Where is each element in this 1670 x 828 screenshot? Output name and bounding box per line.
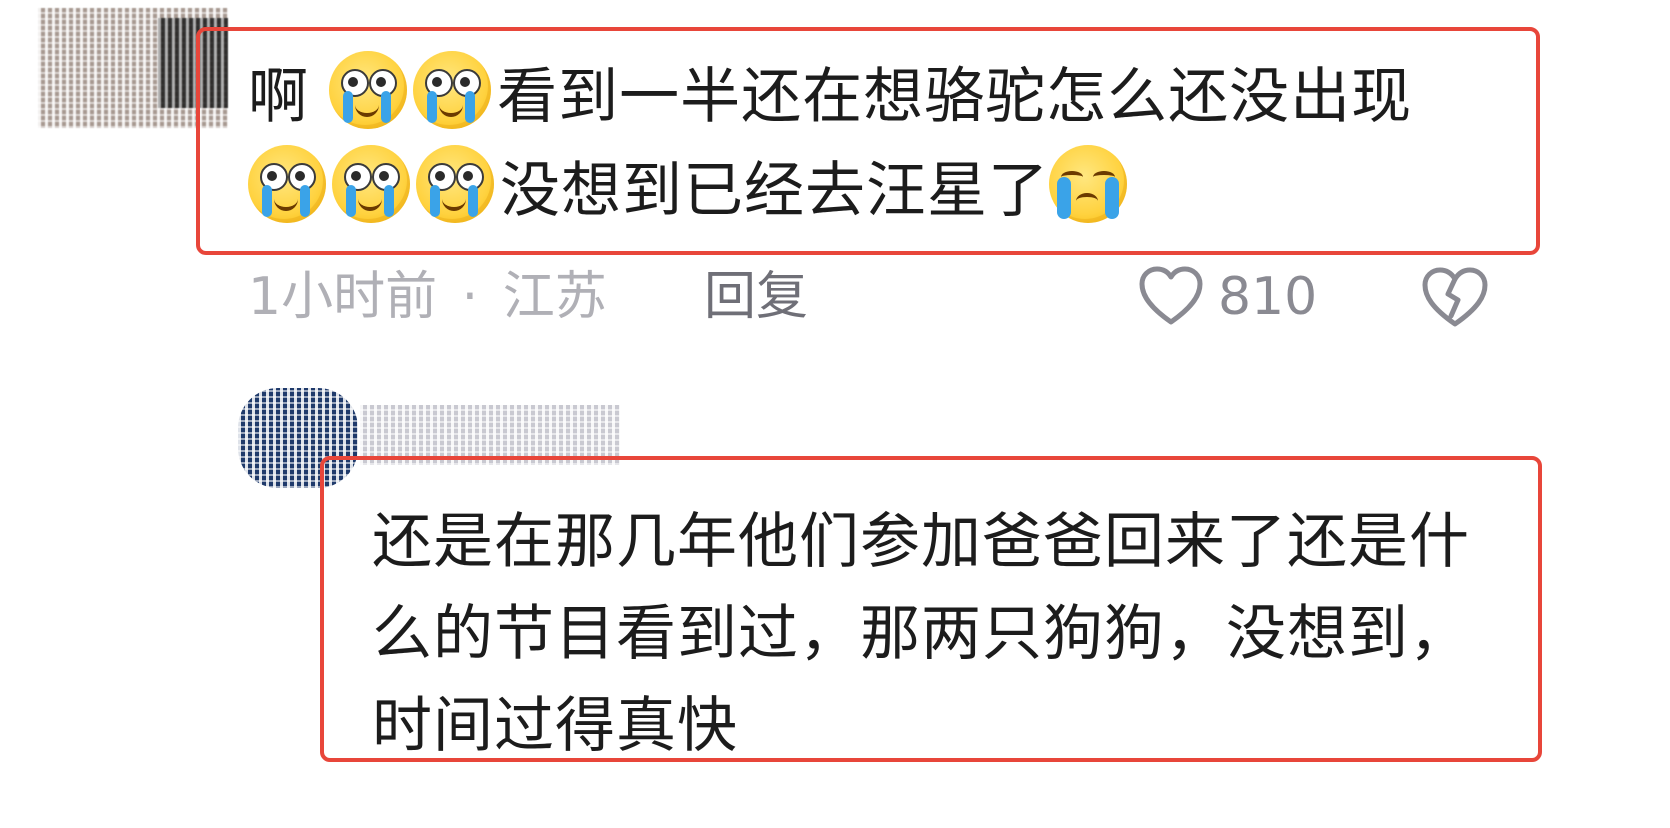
comment-meta: 1小时前 · 江苏: [248, 262, 607, 332]
comment-location: 江苏: [502, 267, 607, 327]
highlight-box: [196, 27, 1540, 255]
highlight-box: [320, 456, 1542, 762]
broken-heart-icon[interactable]: [1420, 266, 1490, 330]
like-button[interactable]: 810: [1138, 262, 1317, 332]
meta-separator: ·: [461, 267, 479, 327]
heart-icon: [1139, 266, 1203, 325]
like-count: 810: [1218, 267, 1318, 327]
reply-button[interactable]: 回复: [704, 262, 808, 332]
comment-time: 1小时前: [248, 267, 438, 327]
